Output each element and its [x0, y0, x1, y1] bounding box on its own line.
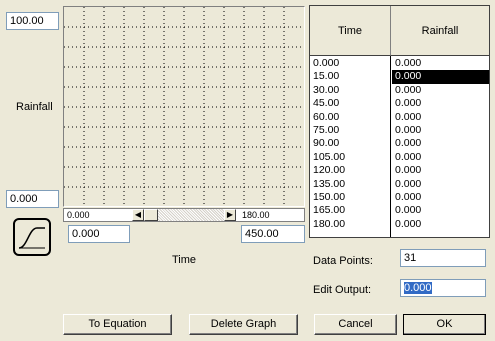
table-row[interactable]: 120.00 0.000: [310, 164, 489, 177]
x-max-input[interactable]: 450.00: [241, 225, 305, 243]
time-cell[interactable]: 165.00: [310, 204, 391, 217]
time-cell[interactable]: 180.00: [310, 218, 391, 231]
scroll-left-arrow-icon[interactable]: ◀: [132, 209, 144, 221]
table-row[interactable]: 15.00 0.000: [310, 70, 489, 84]
edit-output-input[interactable]: 0.000: [400, 279, 486, 297]
rainfall-cell[interactable]: 0.000: [392, 97, 489, 110]
data-table[interactable]: Time Rainfall 0.000 0.000 15.00 0.000 30.00 0…: [309, 5, 490, 238]
table-row[interactable]: 105.00 0.000: [310, 151, 489, 164]
rainfall-cell[interactable]: 0.000: [392, 137, 489, 150]
table-row[interactable]: 180.00 0.000: [310, 218, 489, 231]
column-divider: [390, 56, 391, 237]
time-cell[interactable]: 0.000: [310, 57, 391, 70]
rainfall-cell[interactable]: 0.000: [392, 164, 489, 177]
table-row[interactable]: 0.000 0.000: [310, 57, 489, 70]
time-cell[interactable]: 75.00: [310, 124, 391, 137]
data-points-input[interactable]: 31: [400, 249, 486, 267]
table-row[interactable]: 150.00 0.000: [310, 191, 489, 204]
to-equation-button[interactable]: To Equation: [63, 314, 172, 335]
time-scrollbar[interactable]: 0.000 ◀ ▶ 180.00: [63, 208, 305, 222]
graph-plot-area[interactable]: [63, 6, 305, 207]
time-cell[interactable]: 150.00: [310, 191, 391, 204]
y-min-input[interactable]: 0.000: [6, 190, 59, 208]
rainfall-cell[interactable]: 0.000: [392, 111, 489, 124]
table-row[interactable]: 60.00 0.000: [310, 111, 489, 124]
scroll-thumb[interactable]: [144, 209, 158, 221]
curve-icon[interactable]: [13, 218, 51, 256]
ok-button[interactable]: OK: [403, 314, 486, 335]
rainfall-cell[interactable]: 0.000: [392, 124, 489, 137]
rainfall-cell[interactable]: 0.000: [392, 218, 489, 231]
rainfall-cell[interactable]: 0.000: [392, 57, 489, 70]
time-cell[interactable]: 45.00: [310, 97, 391, 110]
delete-graph-button[interactable]: Delete Graph: [189, 314, 298, 335]
time-cell[interactable]: 105.00: [310, 151, 391, 164]
y-axis-label: Rainfall: [16, 101, 53, 113]
rainfall-cell[interactable]: 0.000: [392, 191, 489, 204]
table-row[interactable]: 135.00 0.000: [310, 178, 489, 191]
scroll-right-value: 180.00: [242, 210, 270, 220]
table-header-rainfall[interactable]: Rainfall: [391, 6, 489, 56]
table-row[interactable]: 165.00 0.000: [310, 204, 489, 217]
rainfall-cell[interactable]: 0.000: [392, 178, 489, 191]
scroll-left-value: 0.000: [67, 210, 90, 220]
x-min-input[interactable]: 0.000: [68, 225, 130, 243]
time-cell[interactable]: 90.00: [310, 137, 391, 150]
edit-output-value: 0.000: [404, 282, 432, 294]
cancel-button[interactable]: Cancel: [314, 314, 397, 335]
rainfall-cell[interactable]: 0.000: [392, 204, 489, 217]
rainfall-cell[interactable]: 0.000: [392, 151, 489, 164]
table-row[interactable]: 30.00 0.000: [310, 84, 489, 97]
time-cell[interactable]: 60.00: [310, 111, 391, 124]
rainfall-cell[interactable]: 0.000: [392, 84, 489, 97]
time-cell[interactable]: 120.00: [310, 164, 391, 177]
table-row[interactable]: 90.00 0.000: [310, 137, 489, 150]
edit-output-label: Edit Output:: [313, 284, 372, 296]
time-cell[interactable]: 135.00: [310, 178, 391, 191]
x-axis-label: Time: [172, 254, 197, 266]
time-cell[interactable]: 30.00: [310, 84, 391, 97]
table-header-time[interactable]: Time: [310, 6, 391, 56]
table-row[interactable]: 75.00 0.000: [310, 124, 489, 137]
scroll-track[interactable]: [158, 209, 224, 221]
rainfall-cell[interactable]: 0.000: [392, 70, 489, 84]
table-row[interactable]: 45.00 0.000: [310, 97, 489, 110]
y-max-input[interactable]: 100.00: [6, 12, 59, 30]
time-cell[interactable]: 15.00: [310, 70, 391, 83]
scroll-right-arrow-icon[interactable]: ▶: [224, 209, 236, 221]
data-points-label: Data Points:: [313, 255, 373, 267]
